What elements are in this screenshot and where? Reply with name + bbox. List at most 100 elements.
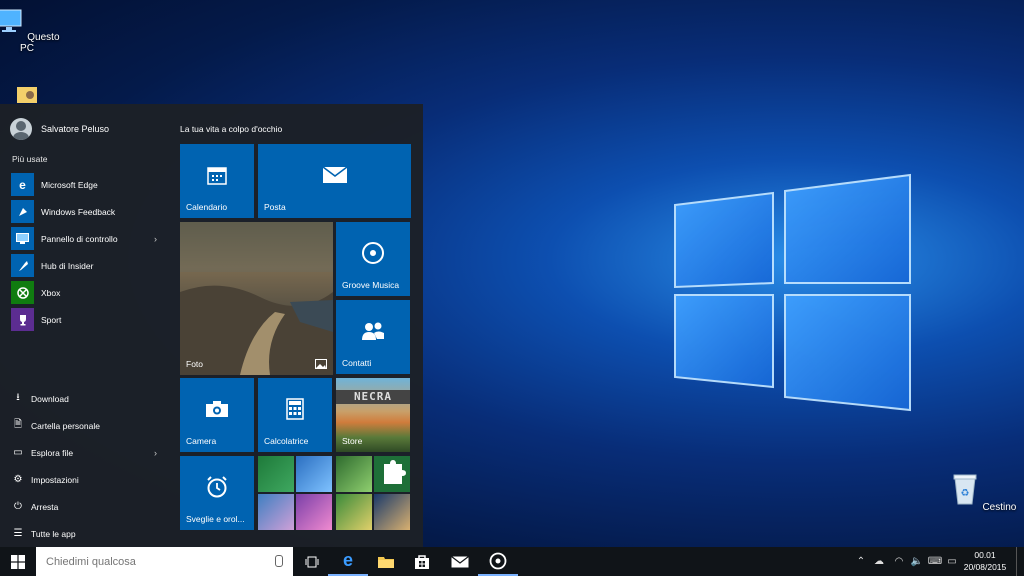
tile-label: Contatti — [342, 358, 372, 368]
mini-tile-solitaire[interactable] — [258, 456, 294, 492]
clock-date: 20/08/2015 — [963, 562, 1007, 572]
tray-onedrive[interactable]: ☁ — [870, 547, 888, 576]
taskbar-groove[interactable] — [478, 547, 518, 576]
mini-tile-mahjong[interactable] — [296, 456, 332, 492]
place-download[interactable]: ⭳ Download — [11, 385, 163, 412]
mini-tile-farm[interactable] — [336, 494, 372, 530]
app-item-xbox[interactable]: Xbox — [11, 279, 163, 306]
mini-tile-jigsaw[interactable] — [374, 456, 410, 492]
app-item-insider-hub[interactable]: Hub di Insider — [11, 252, 163, 279]
tile-groove-music[interactable]: Groove Musica — [336, 222, 410, 296]
edge-icon: e — [342, 550, 353, 570]
place-power[interactable]: ⏻ Arresta — [11, 493, 163, 520]
app-label: Pannello di controllo — [41, 233, 118, 244]
tile-label: Groove Musica — [342, 280, 400, 290]
app-label: Sport — [41, 314, 62, 325]
people-icon — [362, 322, 384, 341]
taskbar-store[interactable] — [402, 547, 442, 576]
tile-mail[interactable]: Posta — [258, 144, 411, 218]
calculator-icon — [286, 398, 304, 420]
desktop-icon-recycle-bin[interactable]: ♻ Cestino — [948, 472, 1018, 513]
taskbar-edge[interactable]: e — [328, 547, 368, 576]
tile-label: Calcolatrice — [264, 436, 309, 446]
user-account[interactable]: Salvatore Peluso — [10, 118, 109, 140]
keyboard-icon: ⌨ — [927, 556, 943, 567]
tile-alarms[interactable]: Sveglie e orol... — [180, 456, 254, 530]
tile-people[interactable]: Contatti — [336, 300, 410, 374]
gear-icon: ⚙ — [13, 474, 23, 485]
taskbar-mail[interactable] — [440, 547, 480, 576]
app-item-control-panel[interactable]: Pannello di controllo › — [11, 225, 163, 252]
store-icon — [415, 554, 429, 569]
mini-tile-candy[interactable] — [296, 494, 332, 530]
insider-icon — [11, 254, 34, 277]
tile-label: Foto — [186, 359, 204, 369]
mail-icon — [451, 555, 469, 567]
tray-action-center[interactable]: ▭ — [944, 547, 960, 576]
desktop-icon-label: Cestino — [982, 502, 1017, 513]
app-item-sport[interactable]: Sport — [11, 306, 163, 333]
chevron-right-icon[interactable]: › — [154, 234, 157, 244]
start-menu: Salvatore Peluso Più usate e Microsoft E… — [0, 104, 423, 547]
power-icon: ⏻ — [14, 501, 22, 512]
place-personal-folder[interactable]: 🗎 Cartella personale — [11, 412, 163, 439]
desktop-icon-label: Questo PC — [20, 32, 60, 54]
calendar-icon — [207, 167, 227, 185]
photo-icon — [315, 359, 327, 369]
tile-store[interactable]: NECRA Store — [336, 378, 410, 452]
cloud-icon: ☁ — [874, 556, 884, 567]
taskbar-clock[interactable]: 00.01 20/08/2015 — [960, 549, 1010, 573]
user-name: Salvatore Peluso — [41, 124, 110, 134]
most-used-list: e Microsoft Edge Windows Feedback Pannel… — [11, 171, 163, 333]
start-button[interactable] — [0, 547, 36, 576]
mail-icon — [322, 166, 347, 184]
chevron-right-icon[interactable]: › — [154, 448, 157, 458]
search-input[interactable] — [44, 547, 258, 576]
place-all-apps[interactable]: ☰ Tutte le app — [11, 520, 163, 547]
tile-label: Posta — [264, 202, 286, 212]
alarm-icon — [207, 476, 227, 498]
user-folder-icon — [17, 87, 37, 103]
feedback-icon — [11, 200, 34, 223]
tile-photos[interactable]: Foto — [180, 222, 333, 375]
mini-tile-game2[interactable] — [374, 494, 410, 530]
chevron-up-icon: ⌃ — [856, 556, 866, 567]
wifi-icon: ◠ — [894, 556, 904, 567]
place-label: Tutte le app — [31, 528, 76, 539]
volume-icon: 🔈 — [910, 556, 924, 567]
taskbar-task-view[interactable] — [292, 547, 332, 576]
mini-tile-game[interactable] — [336, 456, 372, 492]
tiles-group-heading: La tua vita a colpo d'occhio — [180, 124, 283, 134]
tray-volume[interactable]: 🔈 — [908, 547, 926, 576]
place-file-explorer[interactable]: ▭ Esplora file › — [11, 439, 163, 466]
place-settings[interactable]: ⚙ Impostazioni — [11, 466, 163, 493]
notification-icon: ▭ — [947, 556, 957, 567]
place-label: Impostazioni — [31, 474, 79, 485]
tile-camera[interactable]: Camera — [180, 378, 254, 452]
all-apps-icon: ☰ — [13, 528, 23, 539]
show-hidden-icons[interactable]: ⌃ — [854, 547, 868, 576]
system-places-list: ⭳ Download 🗎 Cartella personale ▭ Esplor… — [11, 385, 163, 547]
mini-tile-spider[interactable] — [258, 494, 294, 530]
computer-icon — [0, 9, 22, 32]
windows-icon — [11, 554, 25, 569]
avatar — [10, 118, 32, 140]
cortana-search-box[interactable] — [36, 547, 293, 576]
tray-network[interactable]: ◠ — [890, 547, 908, 576]
app-label: Microsoft Edge — [41, 179, 98, 190]
app-item-windows-feedback[interactable]: Windows Feedback — [11, 198, 163, 225]
tile-calendar[interactable]: Calendario — [180, 144, 254, 218]
microphone-icon[interactable] — [275, 555, 283, 567]
store-banner: NECRA — [336, 390, 410, 404]
tray-keyboard[interactable]: ⌨ — [926, 547, 944, 576]
desktop-icon-this-pc[interactable]: Questo PC — [0, 6, 62, 54]
photo-thumbnail — [180, 222, 333, 375]
tile-calculator[interactable]: Calcolatrice — [258, 378, 332, 452]
show-desktop-button[interactable] — [1016, 547, 1024, 576]
clock-time: 00.01 — [974, 550, 996, 560]
tile-label: Sveglie e orol... — [186, 514, 245, 524]
taskbar-file-explorer[interactable] — [366, 547, 406, 576]
download-icon: ⭳ — [16, 392, 20, 403]
app-item-microsoft-edge[interactable]: e Microsoft Edge — [11, 171, 163, 198]
file-explorer-icon — [378, 556, 394, 568]
